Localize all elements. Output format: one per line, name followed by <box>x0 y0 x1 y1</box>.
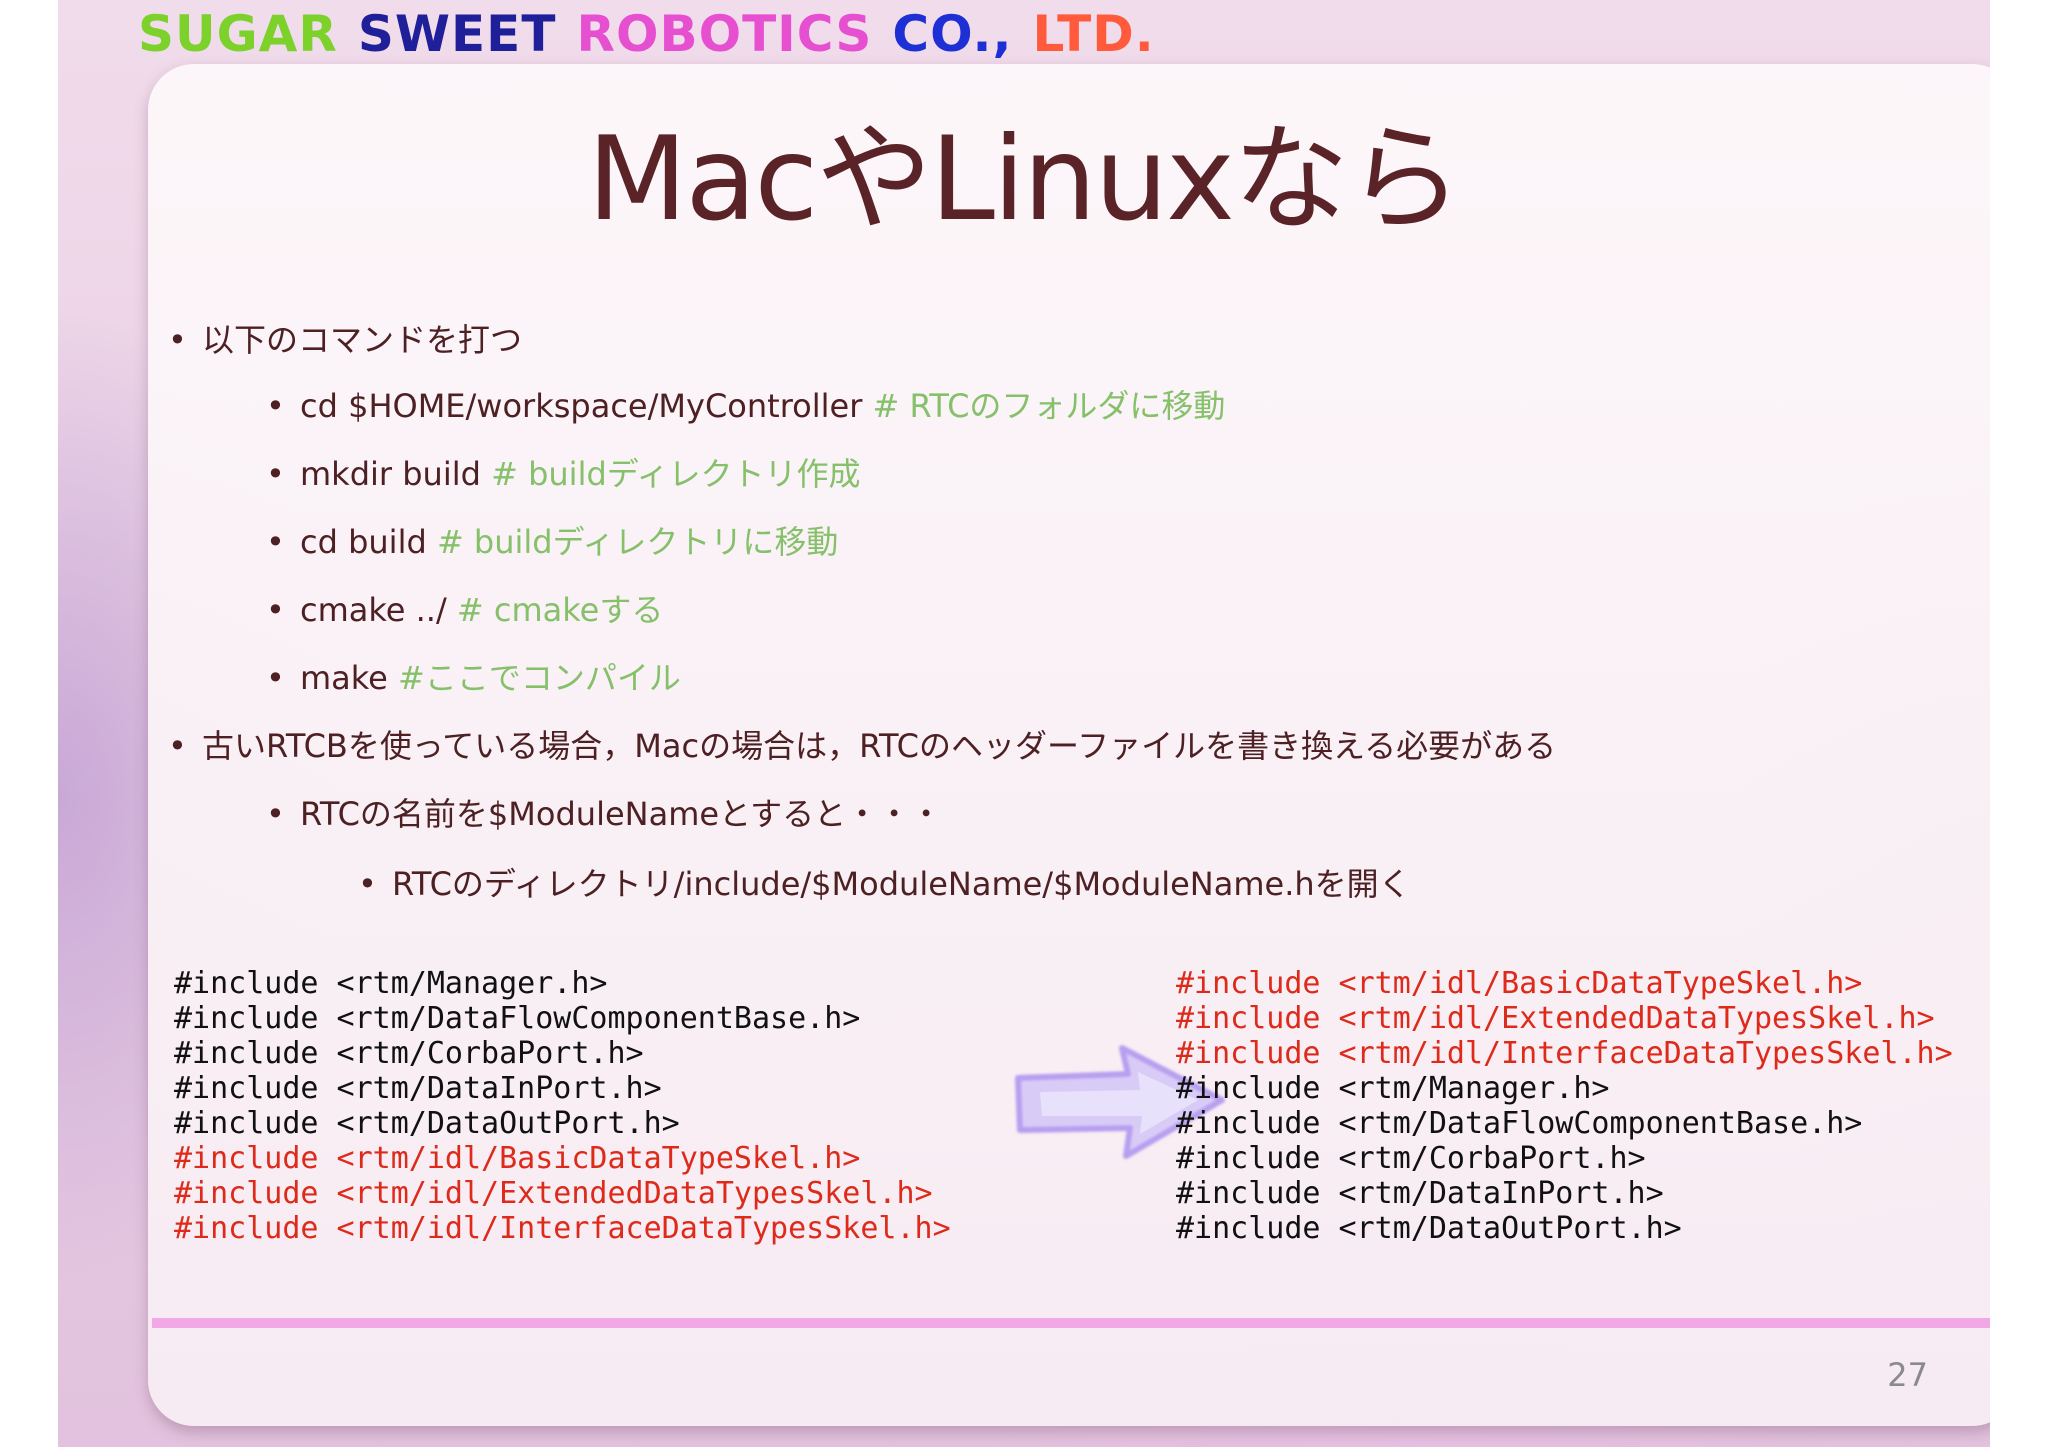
code-line: #include <rtm/CorbaPort.h> <box>1176 1141 1646 1176</box>
bullet-dot: • <box>266 659 285 697</box>
bullet-dot: • <box>266 795 285 833</box>
bullet-comment: # buildディレクトリ作成 <box>491 455 861 493</box>
bullet-item: • RTCのディレクトリ/include/$ModuleName/$ModuleN… <box>358 862 1411 906</box>
bullet-text: cd build <box>300 523 437 561</box>
bullet-item: • make #ここでコンパイル <box>266 656 681 700</box>
bullet-item: • mkdir build # buildディレクトリ作成 <box>266 452 861 496</box>
bullet-comment: # RTCのフォルダに移動 <box>872 387 1226 425</box>
brand-word: SUGAR <box>138 5 338 63</box>
code-line: #include <rtm/DataFlowComponentBase.h> <box>1176 1106 1863 1141</box>
bullet-dot: • <box>168 727 187 765</box>
bullet-item: • cmake ../ # cmakeする <box>266 588 663 632</box>
bullet-text: mkdir build <box>300 455 492 493</box>
brand-word: LTD. <box>1032 5 1155 63</box>
brand-word: CO., <box>892 5 1013 63</box>
code-line: #include <rtm/DataFlowComponentBase.h> <box>174 1001 861 1036</box>
code-line: #include <rtm/idl/BasicDataTypeSkel.h> <box>174 1141 861 1176</box>
code-line: #include <rtm/DataInPort.h> <box>1176 1176 1664 1211</box>
bullet-item: • RTCの名前を$ModuleNameとすると・・・ <box>266 792 942 836</box>
company-logo: SUGAR SWEET ROBOTICS CO., LTD. <box>138 6 1175 62</box>
code-line: #include <rtm/Manager.h> <box>174 966 608 1001</box>
code-line: #include <rtm/DataInPort.h> <box>174 1071 662 1106</box>
code-block-before: #include <rtm/Manager.h> #include <rtm/Da… <box>174 966 951 1246</box>
brand-word: ROBOTICS <box>576 5 873 63</box>
bullet-item: • cd build # buildディレクトリに移動 <box>266 520 838 564</box>
bullet-text: cd $HOME/workspace/MyController <box>300 387 873 425</box>
bullet-comment: # buildディレクトリに移動 <box>436 523 839 561</box>
code-line: #include <rtm/CorbaPort.h> <box>174 1036 644 1071</box>
code-line: #include <rtm/DataOutPort.h> <box>1176 1211 1682 1246</box>
footer-divider <box>152 1318 1990 1328</box>
code-line: #include <rtm/idl/InterfaceDataTypesSkel… <box>1176 1036 1953 1071</box>
bullet-text: 以下のコマンドを打つ <box>202 321 523 359</box>
bullet-text: make <box>300 659 399 697</box>
bullet-dot: • <box>266 591 285 629</box>
bullet-item: • cd $HOME/workspace/MyController # RTCのフ… <box>266 384 1225 428</box>
code-line: #include <rtm/Manager.h> <box>1176 1071 1610 1106</box>
code-line: #include <rtm/idl/BasicDataTypeSkel.h> <box>1176 966 1863 1001</box>
bullet-comment: #ここでコンパイル <box>398 659 681 697</box>
page-number: 27 <box>1887 1356 1928 1394</box>
bullet-text: 古いRTCBを使っている場合，Macの場合は，RTCのヘッダーファイルを書き換え… <box>202 727 1557 765</box>
slide-title: MacやLinuxなら <box>587 112 1463 247</box>
bullet-dot: • <box>266 387 285 425</box>
bullet-dot: • <box>266 523 285 561</box>
code-line: #include <rtm/idl/ExtendedDataTypesSkel.… <box>1176 1001 1935 1036</box>
code-line: #include <rtm/idl/ExtendedDataTypesSkel.… <box>174 1176 933 1211</box>
bullet-dot: • <box>168 321 187 359</box>
bullet-text: cmake ../ <box>300 591 457 629</box>
brand-word: SWEET <box>357 5 557 63</box>
code-block-after: #include <rtm/idl/BasicDataTypeSkel.h> #i… <box>1176 966 1953 1246</box>
bullet-text: RTCのディレクトリ/include/$ModuleName/$ModuleNa… <box>392 865 1411 903</box>
bullet-text: RTCの名前を$ModuleNameとすると・・・ <box>300 795 943 833</box>
bullet-dot: • <box>266 455 285 493</box>
bullet-item: • 以下のコマンドを打つ <box>168 318 522 362</box>
slide-background: SUGAR SWEET ROBOTICS CO., LTD. MacやLinuxなら •… <box>58 0 1990 1447</box>
bullet-comment: # cmakeする <box>456 591 664 629</box>
code-line: #include <rtm/DataOutPort.h> <box>174 1106 680 1141</box>
bullet-item: • 古いRTCBを使っている場合，Macの場合は，RTCのヘッダーファイルを書き換… <box>168 724 1556 768</box>
code-line: #include <rtm/idl/InterfaceDataTypesSkel… <box>174 1211 951 1246</box>
bullet-dot: • <box>358 865 377 903</box>
